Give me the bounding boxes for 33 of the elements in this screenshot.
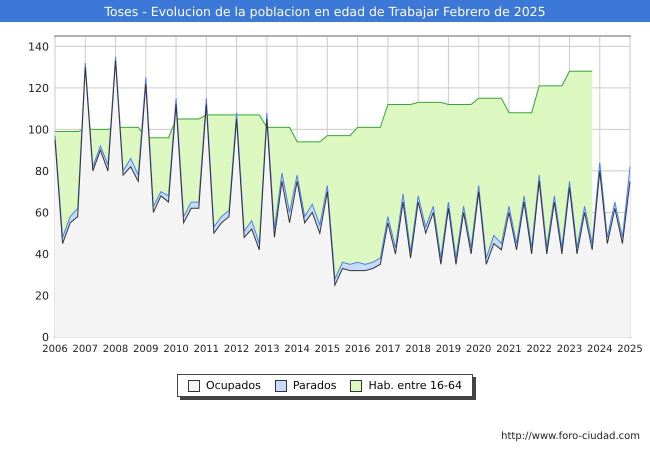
x-tick-label: 2013 [254,344,280,352]
x-tick-label: 2015 [314,344,340,352]
x-tick-label: 2019 [436,344,462,352]
x-tick-label: 2024 [587,344,612,352]
x-tick-label: 2012 [224,344,250,352]
x-tick-label: 2020 [466,344,492,352]
x-tick-label: 2010 [163,344,189,352]
y-tick-label: 0 [42,331,49,344]
legend-label: Hab. entre 16-64 [368,379,462,392]
x-tick-label: 2009 [133,344,159,352]
x-tick-label: 2021 [496,344,522,352]
x-tick-label: 2007 [72,344,98,352]
chart-title: Toses - Evolucion de la poblacion en edad de Trabajar Febrero de 2025 [0,0,650,22]
y-tick-label: 80 [35,164,49,178]
x-tick-label: 2008 [102,344,128,352]
x-tick-label: 2011 [194,344,220,352]
y-tick-label: 120 [28,82,49,95]
x-tick-label: 2023 [556,344,582,352]
y-tick-label: 20 [35,289,49,302]
legend-label: Parados [292,379,336,392]
x-tick-label: 2025 [617,344,643,352]
x-tick-label: 2022 [526,344,552,352]
x-tick-label: 2018 [405,344,431,352]
y-tick-label: 60 [35,206,49,220]
legend-label: Ocupados [206,379,261,392]
x-tick-label: 2017 [375,344,401,352]
y-tick-label: 40 [35,248,49,261]
y-tick-label: 140 [28,40,49,54]
y-tick-label: 100 [28,123,49,136]
x-tick-label: 2014 [284,344,310,352]
x-tick-label: 2016 [344,344,370,352]
x-tick-label: 2006 [42,344,68,352]
website-url: http://www.foro-ciudad.com [501,431,640,442]
